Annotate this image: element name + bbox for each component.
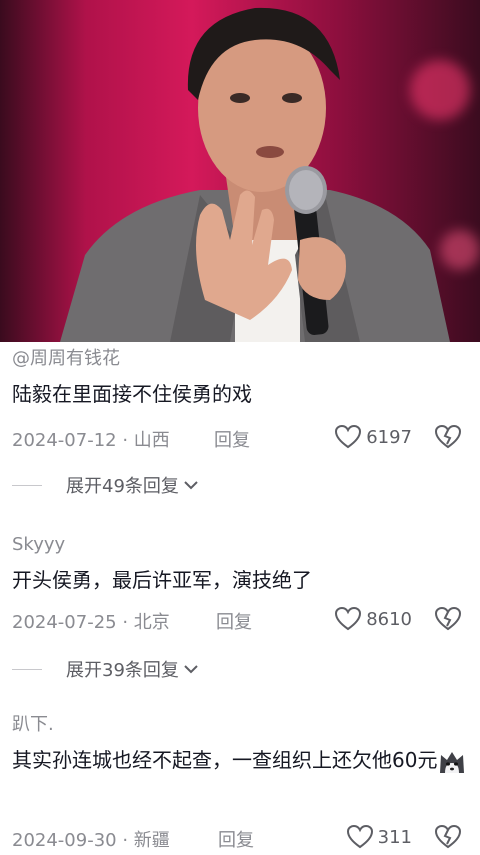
comment-text: 陆毅在里面接不住侯勇的戏 (12, 382, 252, 406)
like-count: 8610 (366, 608, 412, 630)
reply-button[interactable]: 回复 (216, 608, 252, 634)
like-button[interactable]: 8610 (334, 606, 412, 632)
heart-icon (346, 824, 373, 849)
comment-date-location: 2024-09-30 · 新疆 (12, 830, 170, 851)
chevron-down-icon (184, 481, 198, 490)
like-button[interactable]: 311 (346, 824, 412, 850)
broken-heart-icon (434, 606, 462, 631)
like-count: 311 (377, 826, 412, 848)
like-count: 6197 (366, 426, 412, 448)
speaker-figure (60, 7, 450, 342)
dislike-button[interactable] (434, 424, 462, 455)
stage-light (440, 230, 480, 270)
like-button[interactable]: 6197 (334, 424, 412, 450)
heart-icon (335, 424, 362, 449)
expand-label: 展开49条回复 (66, 476, 179, 497)
comment-text-content: 其实孙连城也经不起查，一查组织上还欠他60元 (12, 748, 438, 772)
broken-heart-icon (434, 424, 462, 449)
divider-dash (12, 484, 42, 486)
comment-text: 开头侯勇，最后许亚军，演技绝了 (12, 568, 312, 592)
expand-replies[interactable]: 展开49条回复 (12, 472, 199, 498)
reply-button[interactable]: 回复 (218, 826, 254, 852)
comment-date-location: 2024-07-25 · 北京 (12, 612, 170, 633)
dislike-button[interactable] (434, 606, 462, 637)
broken-heart-icon (434, 824, 462, 849)
comment-text: 其实孙连城也经不起查，一查组织上还欠他60元 (12, 744, 472, 776)
expand-label: 展开39条回复 (66, 660, 179, 681)
expand-replies[interactable]: 展开39条回复 (12, 656, 199, 682)
comment-item: 趴下. 其实孙连城也经不起查，一查组织上还欠他60元 2024-09-30 · … (12, 714, 468, 853)
comment-meta: 2024-09-30 · 新疆 回复 311 (12, 824, 468, 852)
reply-button[interactable]: 回复 (214, 426, 250, 452)
comment-username[interactable]: @周周有钱花 (12, 348, 468, 370)
divider-dash (12, 668, 42, 670)
comment-date-location: 2024-07-12 · 山西 (12, 430, 170, 451)
husky-emoji-icon (440, 751, 465, 773)
heart-icon (335, 606, 362, 631)
video-frame[interactable] (0, 0, 480, 342)
comment-meta: 2024-07-12 · 山西 回复 6197 (12, 424, 468, 452)
comment-meta: 2024-07-25 · 北京 回复 8610 (12, 606, 468, 634)
comment-username[interactable]: 趴下. (12, 714, 468, 736)
chevron-down-icon (184, 665, 198, 674)
comment-username[interactable]: Skyyy (12, 534, 468, 556)
stage-light (410, 60, 470, 120)
dislike-button[interactable] (434, 824, 462, 855)
